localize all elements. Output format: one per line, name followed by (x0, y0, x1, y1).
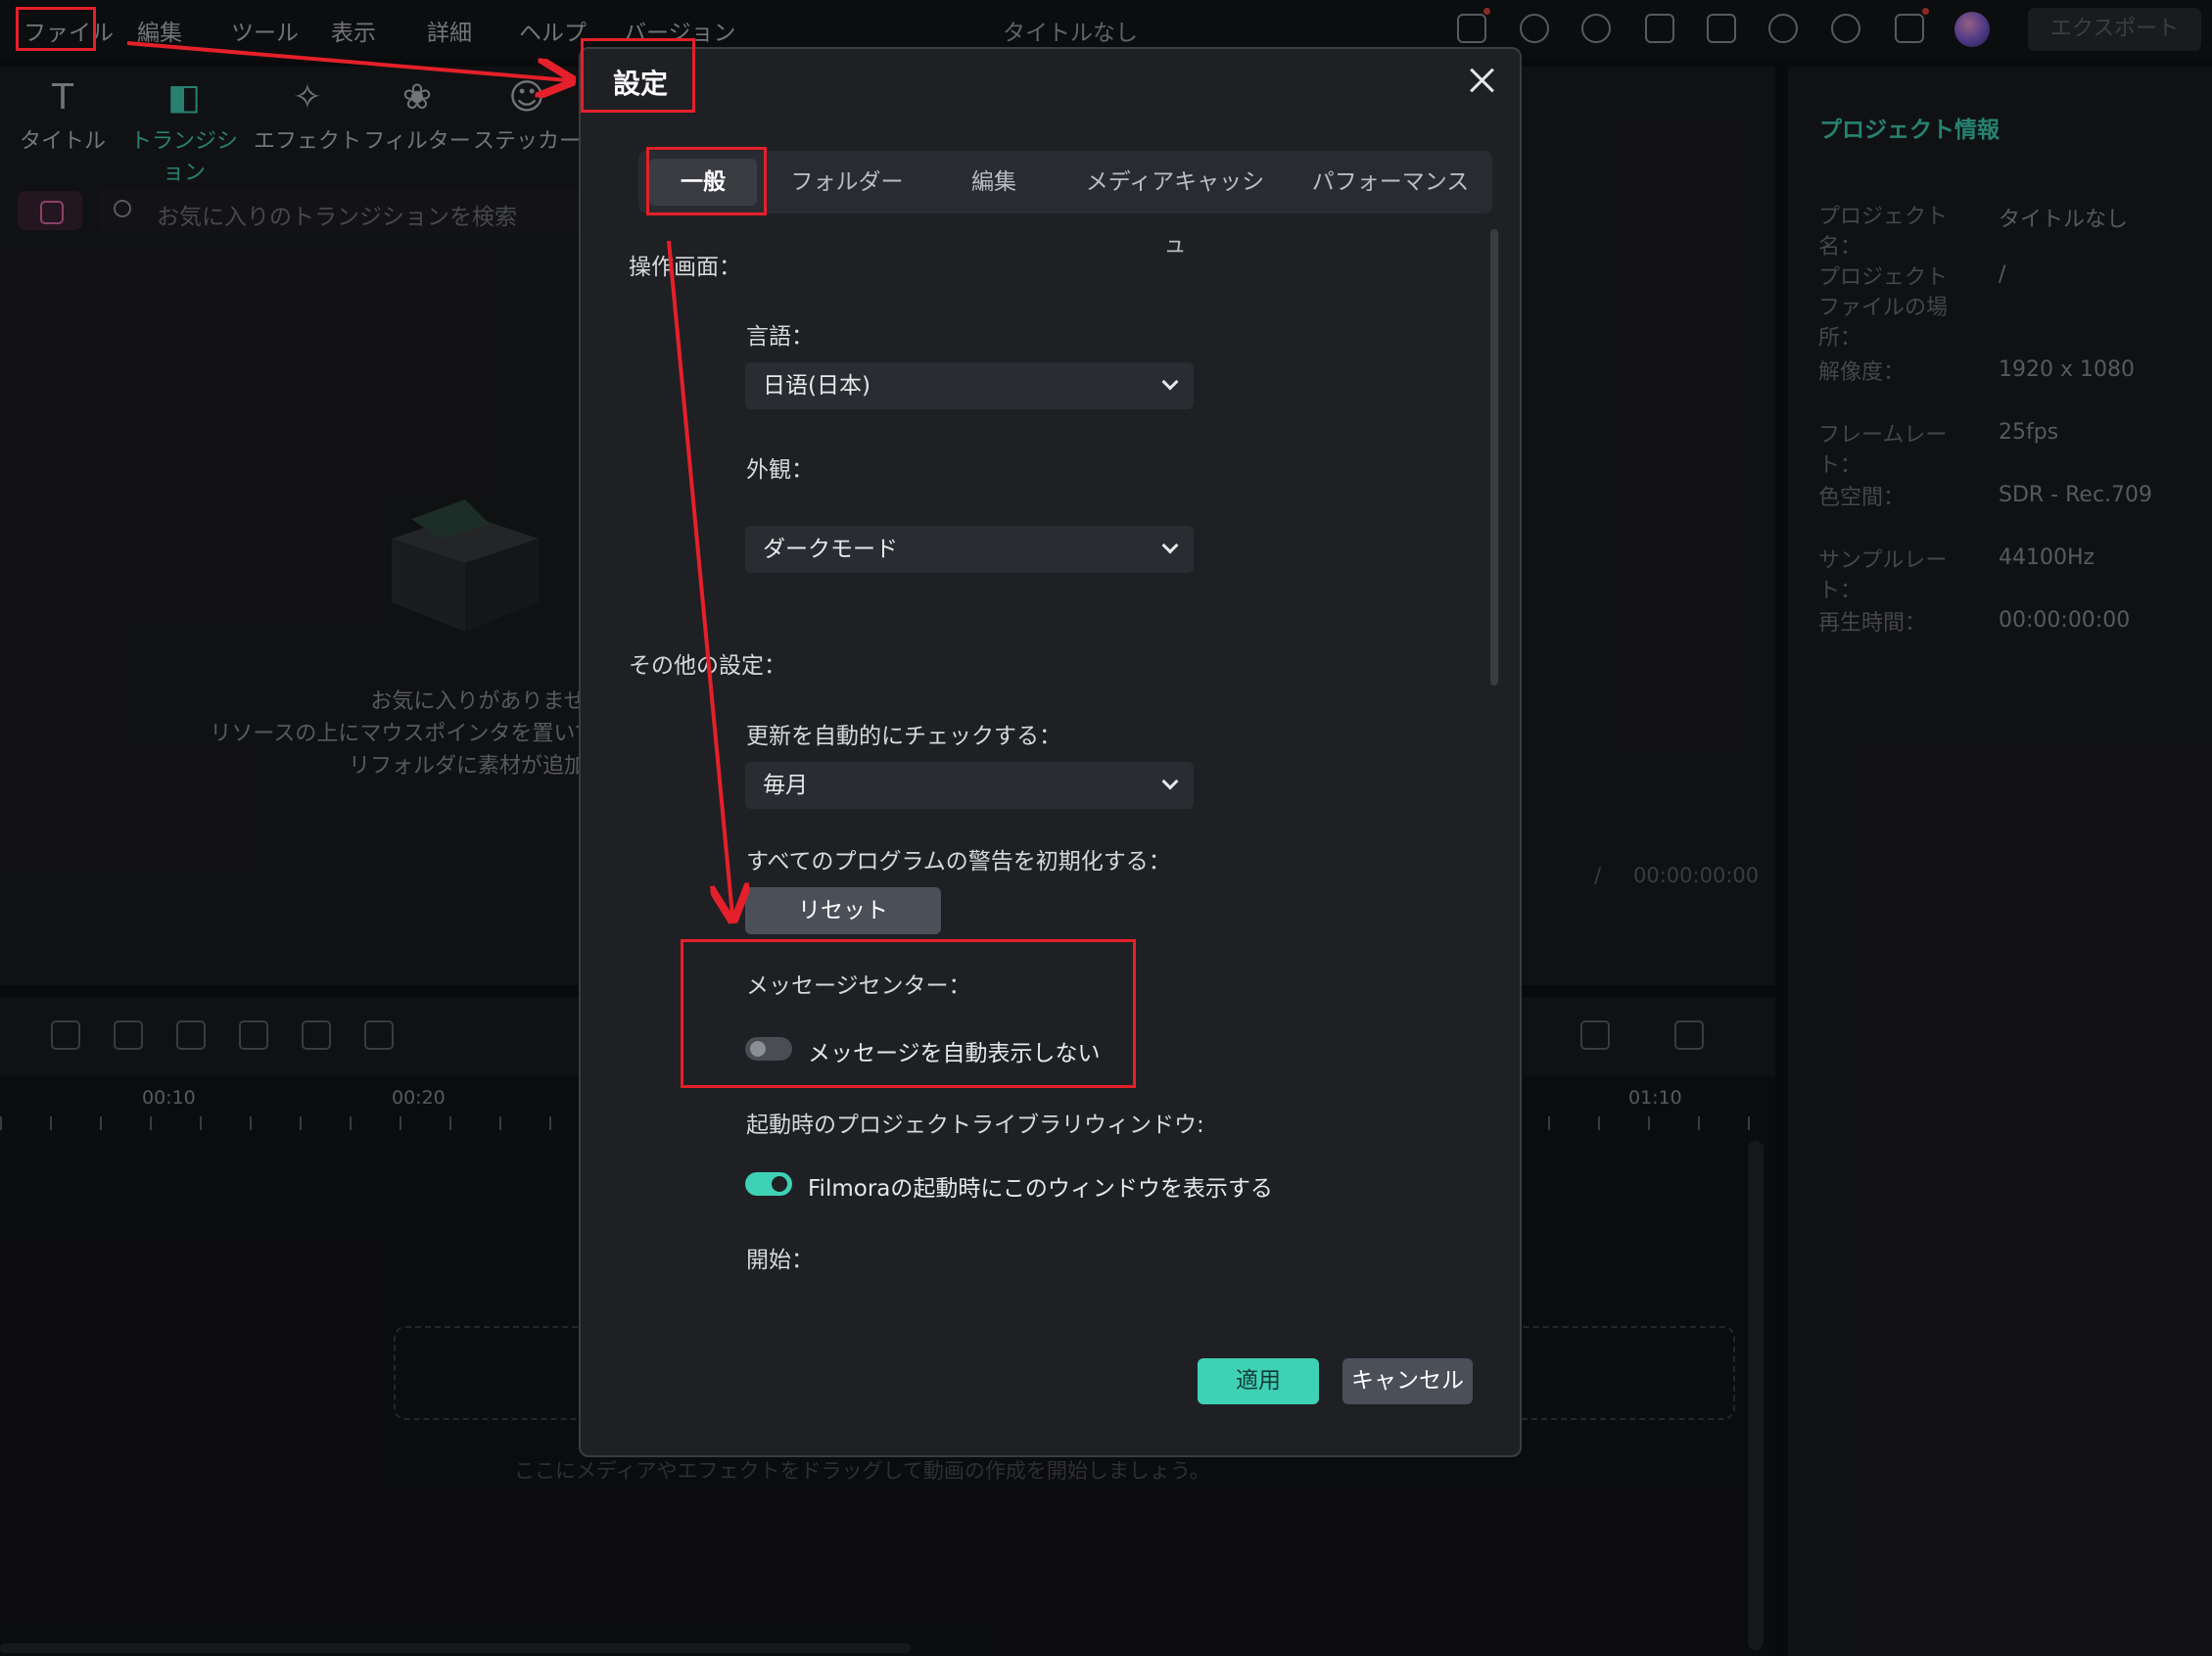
arrow-file-to-settings (126, 41, 568, 80)
annotation-arrows (126, 41, 2212, 1656)
arrow-tab-to-reset (667, 240, 732, 916)
